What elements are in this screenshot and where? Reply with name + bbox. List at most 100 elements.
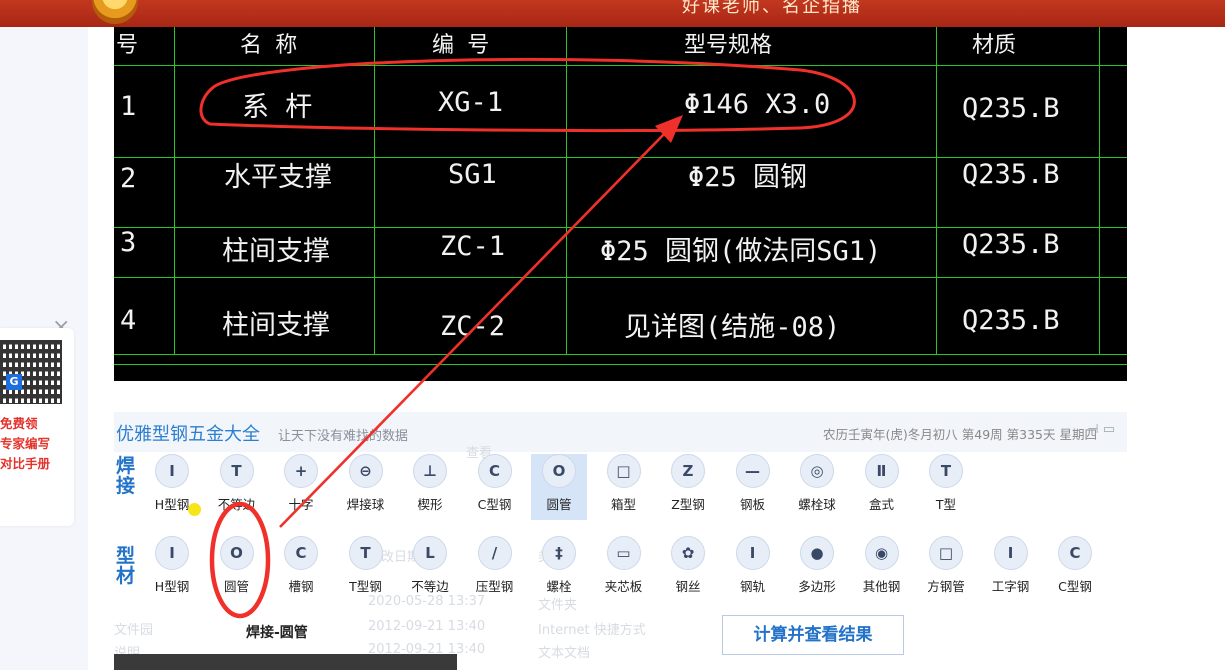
shape-item[interactable]: I 工字钢 xyxy=(983,536,1039,602)
shape-item[interactable]: + 十字 xyxy=(273,454,329,520)
shape-item[interactable]: ▭ 夹芯板 xyxy=(596,536,652,602)
shape-item[interactable]: Ⅱ 盒式 xyxy=(854,454,910,520)
shape-item[interactable]: C C型钢 xyxy=(467,454,523,520)
weld-category-label: 焊 接 xyxy=(116,455,136,497)
ad-line-3: 对比手册 xyxy=(0,456,51,471)
shape-icon: ✿ xyxy=(671,536,705,570)
ghost-type: 文本文档 xyxy=(538,646,591,661)
grid-line xyxy=(114,227,1127,228)
dark-bar xyxy=(114,654,457,670)
shape-label: 钢丝 xyxy=(675,579,701,594)
shape-label: C型钢 xyxy=(477,497,512,512)
table-cell: Q235.B xyxy=(962,159,1060,190)
shape-label: H型钢 xyxy=(154,579,190,594)
shape-item[interactable]: ● 多边形 xyxy=(789,536,845,602)
shape-icon: ◎ xyxy=(800,454,834,488)
ghost-type: Internet 快捷方式 xyxy=(538,623,646,638)
shape-icon: □ xyxy=(929,536,963,570)
shape-item[interactable]: O 圆管 xyxy=(531,454,587,520)
ad-text: 免费领 专家编写 对比手册 xyxy=(0,414,74,474)
shape-label: T型钢 xyxy=(349,579,382,594)
shape-label: 钢轨 xyxy=(739,579,765,594)
shape-label: 方钢管 xyxy=(927,579,965,594)
shape-icon: C xyxy=(477,454,512,488)
grid-line xyxy=(114,364,1127,365)
table-cell: Φ146 X3.0 xyxy=(684,89,831,120)
steel-app-panel: 优雅型钢五金大全 让天下没有难找的数据 农历壬寅年(虎)冬月初八 第49周 第3… xyxy=(114,412,1127,670)
shape-icon: ◉ xyxy=(864,536,899,570)
shape-icon: ‡ xyxy=(542,536,576,570)
shape-item[interactable]: T 不等边 xyxy=(209,454,265,520)
shape-item[interactable]: ✿ 钢丝 xyxy=(660,536,716,602)
shape-icon: I xyxy=(155,536,189,570)
shape-item[interactable]: I 钢轨 xyxy=(725,536,781,602)
table-cell: 水平支撑 xyxy=(224,162,332,193)
shape-item[interactable]: L 不等边 xyxy=(402,536,458,602)
grid-line xyxy=(566,27,567,355)
ad-line-2: 专家编写 xyxy=(0,436,51,451)
header-material: 材质 xyxy=(972,33,1017,58)
app-title: 优雅型钢五金大全 xyxy=(116,424,260,445)
ad-card[interactable]: G 免费领 专家编写 对比手册 xyxy=(0,328,74,526)
shape-item[interactable]: □ 箱型 xyxy=(596,454,652,520)
table-cell: ZC-2 xyxy=(440,311,506,342)
shape-label: 圆管 xyxy=(223,579,249,594)
shape-icon: C xyxy=(1058,536,1092,570)
cad-drawing-table: 号 名 称 编 号 型号规格 材质 1 系 杆 XG-1 Φ146 X3.0 Q… xyxy=(114,27,1127,381)
shape-item[interactable]: Z Z型钢 xyxy=(660,454,716,520)
qr-code-icon xyxy=(0,340,62,404)
header-name: 名 称 xyxy=(240,33,298,58)
shape-label: 不等边 xyxy=(217,497,256,512)
app-subtitle: 让天下没有难找的数据 xyxy=(278,429,409,444)
calculate-button[interactable]: 计算并查看结果 xyxy=(722,615,904,655)
table-cell: 系 杆 xyxy=(242,92,313,123)
brand-logo-icon xyxy=(92,0,138,24)
shape-icon: C xyxy=(284,536,318,570)
shape-item[interactable]: □ 方钢管 xyxy=(918,536,974,602)
shape-label: 其他钢 xyxy=(862,579,901,594)
shape-label: 钢板 xyxy=(739,497,765,512)
shape-item[interactable]: T T型钢 xyxy=(338,536,394,602)
table-cell: 1 xyxy=(120,91,137,122)
shape-item[interactable]: I H型钢 xyxy=(144,536,200,602)
shape-label: 不等边 xyxy=(411,579,449,594)
shape-icon: □ xyxy=(606,454,641,488)
shape-item[interactable]: ◎ 螺栓球 xyxy=(789,454,845,520)
table-cell: 2 xyxy=(120,163,137,194)
shape-icon: O xyxy=(219,536,254,570)
qr-badge: G xyxy=(6,374,22,390)
table-cell: Φ25 圆钢(做法同SG1) xyxy=(600,236,882,267)
shape-item[interactable]: ⊥ 楔形 xyxy=(402,454,458,520)
shape-label: 压型钢 xyxy=(475,579,514,594)
shape-item[interactable]: — 钢板 xyxy=(725,454,781,520)
table-cell: ZC-1 xyxy=(440,231,506,262)
shape-item[interactable]: / 压型钢 xyxy=(467,536,523,602)
table-cell: 4 xyxy=(120,305,137,336)
shape-item[interactable]: ◉ 其他钢 xyxy=(854,536,910,602)
shape-item[interactable]: O 圆管 xyxy=(209,536,265,602)
shape-icon: — xyxy=(735,454,770,488)
shape-label: 楔形 xyxy=(417,497,443,512)
grid-line xyxy=(374,27,375,355)
shape-item[interactable]: C C型钢 xyxy=(1047,536,1103,602)
cursor-dot xyxy=(188,503,201,516)
pin-icon[interactable]: ⊣ ▭ xyxy=(1087,422,1115,437)
header-index: 号 xyxy=(116,33,139,58)
shape-label: 焊接球 xyxy=(346,497,385,512)
shape-item[interactable]: ⊖ 焊接球 xyxy=(338,454,394,520)
table-cell: 见详图(结施-08) xyxy=(624,312,841,343)
shape-label: 槽钢 xyxy=(288,579,314,594)
shape-icon: T xyxy=(219,454,254,488)
shape-label: 盒式 xyxy=(868,497,894,512)
shape-icon: / xyxy=(477,536,512,570)
shape-item[interactable]: ‡ 螺栓 xyxy=(531,536,587,602)
grid-line xyxy=(174,27,175,355)
table-cell: SG1 xyxy=(448,159,497,190)
shape-label: Z型钢 xyxy=(671,497,705,512)
top-banner: 好课老师、名企指播 xyxy=(0,0,1225,27)
shape-icon: ⊖ xyxy=(348,454,383,488)
shape-icon: ▭ xyxy=(606,536,641,570)
shape-item[interactable]: T T型 xyxy=(918,454,974,520)
shape-item[interactable]: C 槽钢 xyxy=(273,536,329,602)
ghost-name: 文件园 xyxy=(114,623,154,638)
